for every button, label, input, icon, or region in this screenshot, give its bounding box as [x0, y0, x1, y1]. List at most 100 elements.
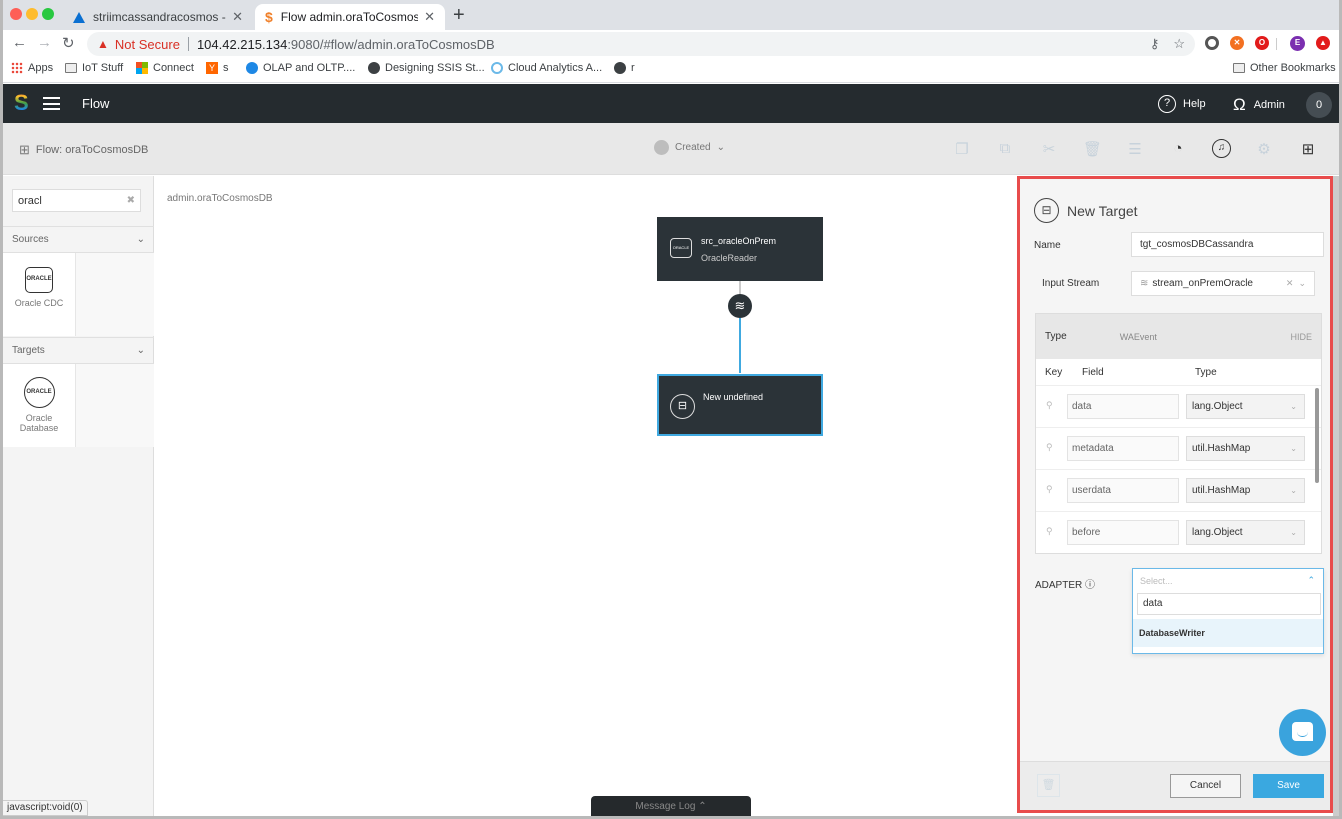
- extension-icon[interactable]: ✕: [1230, 36, 1244, 50]
- star-icon[interactable]: ☆: [1173, 36, 1185, 52]
- bookmark-label: Connect: [153, 62, 194, 74]
- key-icon[interactable]: ⚲: [1046, 526, 1053, 537]
- adapter-placeholder: Select...: [1140, 576, 1173, 586]
- field-type-select[interactable]: util.HashMap ⌄: [1186, 436, 1305, 461]
- forward-button[interactable]: →: [37, 34, 52, 51]
- copy-icon[interactable]: ⧉: [996, 140, 1014, 157]
- other-bookmarks[interactable]: Other Bookmarks: [1233, 62, 1336, 74]
- extension-icon[interactable]: [1205, 36, 1219, 50]
- cut-icon[interactable]: ✂: [1040, 140, 1058, 158]
- palette-item-oracle-cdc[interactable]: ORACLE Oracle CDC: [3, 253, 76, 336]
- bookmark-apps[interactable]: Apps: [11, 62, 53, 74]
- chat-widget-button[interactable]: [1279, 709, 1326, 756]
- field-name-input[interactable]: metadata: [1067, 436, 1179, 461]
- user-menu[interactable]: Ω Admin: [1233, 95, 1285, 115]
- bookmark-s[interactable]: Ys: [206, 62, 229, 74]
- delete-icon[interactable]: 🗑︎: [1083, 140, 1102, 158]
- cancel-button[interactable]: Cancel: [1170, 774, 1241, 798]
- input-stream-select[interactable]: ≋ stream_onPremOracle ✕ ⌄: [1131, 271, 1315, 296]
- breadcrumb: ⊞ Flow: oraToCosmosDB: [19, 142, 148, 158]
- grid-view-icon[interactable]: ⊞: [1299, 140, 1317, 158]
- bookmark-connect[interactable]: Connect: [136, 62, 194, 74]
- alert-bell-icon[interactable]: ♫: [1212, 139, 1231, 158]
- hide-button[interactable]: HIDE: [1290, 332, 1312, 342]
- profile-avatar[interactable]: E: [1290, 36, 1305, 51]
- stream-icon: ≋: [1140, 278, 1149, 289]
- name-input[interactable]: tgt_cosmosDBCassandra: [1131, 232, 1324, 257]
- key-icon[interactable]: ⚷: [1150, 36, 1160, 52]
- section-sources[interactable]: Sources ⌄: [3, 226, 154, 253]
- bookmark-label: IoT Stuff: [82, 62, 124, 74]
- key-icon[interactable]: ⚲: [1046, 484, 1053, 495]
- flow-hierarchy-icon: ⊞: [19, 142, 30, 157]
- source-node[interactable]: ORACLE src_oracleOnPrem OracleReader: [657, 217, 823, 281]
- bookmark-label: Cloud Analytics A...: [508, 62, 603, 74]
- stream-node-icon[interactable]: ≋: [728, 294, 752, 318]
- field-type-select[interactable]: lang.Object ⌄: [1186, 394, 1305, 419]
- field-type-select[interactable]: lang.Object ⌄: [1186, 520, 1305, 545]
- adapter-label-text: ADAPTER: [1035, 580, 1083, 591]
- bookmark-cloud-analytics[interactable]: Cloud Analytics A...: [491, 62, 602, 74]
- key-icon[interactable]: ⚲: [1046, 442, 1053, 453]
- save-button[interactable]: Save: [1253, 774, 1324, 798]
- field-name-input[interactable]: data: [1067, 394, 1179, 419]
- url-input[interactable]: ▲ Not Secure 104.42.215.134 :9080/#flow/…: [87, 32, 1195, 56]
- menu-icon[interactable]: [43, 97, 60, 110]
- align-icon[interactable]: ☰: [1126, 140, 1144, 158]
- browser-tab-azure[interactable]: striimcassandracosmos - Data ✕: [63, 4, 253, 30]
- bookmark-r[interactable]: r: [614, 62, 635, 74]
- field-row: ⚲ metadata util.HashMap ⌄: [1036, 428, 1321, 470]
- tab-bar: striimcassandracosmos - Data ✕ $ Flow ad…: [3, 0, 1339, 30]
- back-button[interactable]: ←: [12, 34, 27, 51]
- field-name-input[interactable]: userdata: [1067, 478, 1179, 503]
- clear-search-icon[interactable]: ✖: [127, 195, 135, 206]
- target-node[interactable]: ⊟ New undefined: [657, 374, 823, 436]
- adapter-filter-input[interactable]: data: [1137, 593, 1321, 615]
- folder-icon: [65, 63, 77, 73]
- palette-search-input[interactable]: oracl ✖: [12, 189, 141, 212]
- minimize-window-button[interactable]: [26, 8, 38, 20]
- new-tab-button[interactable]: +: [453, 4, 465, 26]
- paste-icon[interactable]: ❐: [953, 140, 971, 158]
- flow-canvas[interactable]: admin.oraToCosmosDB ORACLE src_oracleOnP…: [155, 176, 1017, 816]
- section-targets[interactable]: Targets ⌄: [3, 337, 154, 364]
- notification-badge[interactable]: 0: [1306, 92, 1332, 118]
- bookmark-iot-stuff[interactable]: IoT Stuff: [65, 62, 123, 74]
- field-row: ⚲ before lang.Object ⌄: [1036, 512, 1321, 554]
- clear-icon[interactable]: ✕ ⌄: [1286, 278, 1306, 289]
- extension-icon[interactable]: ▲: [1316, 36, 1330, 50]
- extension-icon[interactable]: O: [1255, 36, 1269, 50]
- speedometer-icon[interactable]: ◔: [1169, 140, 1187, 157]
- fields-scrollbar[interactable]: [1315, 388, 1319, 483]
- bookmark-olap[interactable]: OLAP and OLTP....: [246, 62, 355, 74]
- striim-logo[interactable]: S: [14, 90, 29, 116]
- field-type-select[interactable]: util.HashMap ⌄: [1186, 478, 1305, 503]
- settings-gear-icon[interactable]: ⚙: [1255, 140, 1273, 158]
- bookmark-label: Apps: [28, 62, 54, 74]
- browser-tab-flow[interactable]: $ Flow admin.oraToCosmosDB ✕: [255, 4, 445, 30]
- chevron-up-icon: ⌃: [698, 801, 707, 812]
- help-button[interactable]: ? Help: [1158, 95, 1206, 113]
- adapter-option[interactable]: DatabaseWriter: [1133, 619, 1323, 647]
- help-label: Help: [1183, 98, 1206, 110]
- flow-toolbar: ⊞ Flow: oraToCosmosDB Created ⌄ ❐ ⧉ ✂ 🗑︎…: [3, 123, 1339, 175]
- close-window-button[interactable]: [10, 8, 22, 20]
- palette-item-oracle-database[interactable]: ORACLE Oracle Database: [3, 364, 76, 447]
- security-label[interactable]: Not Secure: [115, 37, 180, 52]
- chevron-up-icon[interactable]: ⌃: [1307, 575, 1315, 586]
- key-icon[interactable]: ⚲: [1046, 400, 1053, 411]
- field-name-input[interactable]: before: [1067, 520, 1179, 545]
- bookmark-ssis[interactable]: Designing SSIS St...: [368, 62, 485, 74]
- message-log-toggle[interactable]: Message Log ⌃: [591, 796, 751, 816]
- node-name: src_oracleOnPrem: [701, 236, 777, 246]
- info-icon[interactable]: ⓘ: [1085, 580, 1095, 591]
- close-tab-icon[interactable]: ✕: [424, 9, 435, 25]
- reload-button[interactable]: ↻: [62, 34, 75, 52]
- status-dropdown[interactable]: Created ⌄: [654, 140, 725, 155]
- maximize-window-button[interactable]: [42, 8, 54, 20]
- status-label: Created: [675, 142, 711, 153]
- tab-title: Flow admin.oraToCosmosDB: [280, 10, 419, 24]
- close-tab-icon[interactable]: ✕: [232, 9, 243, 25]
- delete-button[interactable]: 🗑︎: [1037, 774, 1060, 797]
- adapter-select[interactable]: Select... ⌃ data DatabaseWriter: [1132, 568, 1324, 654]
